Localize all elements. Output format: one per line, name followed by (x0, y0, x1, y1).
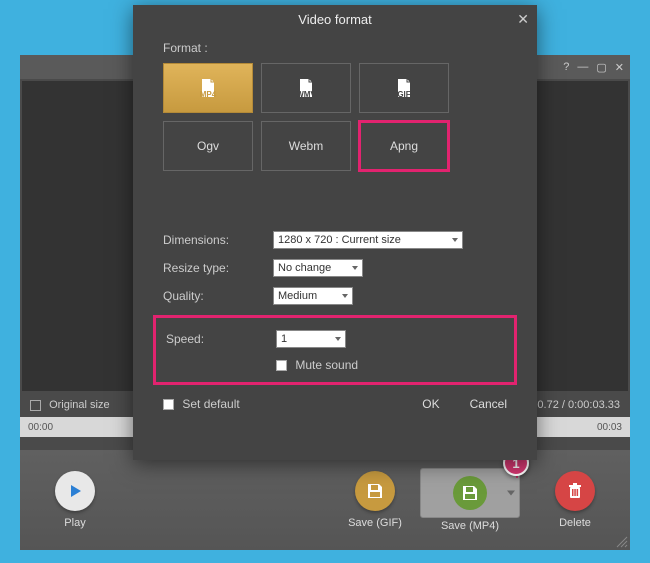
chevron-down-icon (452, 238, 458, 242)
maximize-button[interactable]: ▢ (596, 61, 606, 74)
mute-sound-label: Mute sound (295, 358, 358, 372)
set-default-checkbox[interactable]: Set default (163, 397, 240, 411)
dimensions-label: Dimensions: (163, 233, 273, 247)
format-option-apng[interactable]: Apng (359, 121, 449, 171)
format-option-webm[interactable]: Webm (261, 121, 351, 171)
mute-sound-checkbox[interactable]: Mute sound (276, 358, 358, 372)
format-label: Format : (163, 41, 507, 55)
format-option-mp4[interactable]: MP4 (163, 63, 253, 113)
ok-button[interactable]: OK (422, 397, 439, 411)
resize-type-select[interactable]: No change (273, 259, 363, 277)
set-default-label: Set default (182, 397, 239, 411)
format-option-gif[interactable]: GIF (359, 63, 449, 113)
quality-select[interactable]: Medium (273, 287, 353, 305)
checkbox-icon (30, 400, 41, 411)
play-button[interactable]: Play (40, 471, 110, 529)
dialog-titlebar: Video format ✕ (133, 5, 537, 33)
dimensions-value: 1280 x 720 : Current size (278, 234, 401, 246)
speed-highlight-box: Speed: 1 Mute sound (153, 315, 517, 385)
trash-icon (555, 471, 595, 511)
resize-type-value: No change (278, 262, 331, 274)
close-button[interactable]: ✕ (615, 61, 624, 74)
disk-icon (453, 476, 487, 510)
format-mp4-label: MP4 (200, 90, 216, 99)
checkbox-icon (163, 399, 174, 410)
timeline-end: 00:03 (597, 422, 622, 433)
play-icon (55, 471, 95, 511)
dialog-close-button[interactable]: ✕ (517, 11, 529, 28)
format-gif-label: GIF (397, 90, 410, 99)
chevron-down-icon (342, 294, 348, 298)
quality-label: Quality: (163, 289, 273, 303)
chevron-down-icon[interactable] (507, 491, 515, 496)
format-grid: MP4 WMV GIF Ogv Webm Apng (163, 63, 507, 171)
cancel-button[interactable]: Cancel (470, 397, 507, 411)
save-mp4-label: Save (MP4) (441, 520, 499, 532)
speed-label: Speed: (166, 332, 276, 346)
save-gif-button[interactable]: Save (GIF) (340, 471, 410, 529)
format-apng-label: Apng (390, 139, 418, 153)
original-size-checkbox[interactable]: Original size (30, 399, 110, 411)
minimize-button[interactable]: — (577, 61, 588, 73)
chevron-down-icon (335, 337, 341, 341)
format-ogv-label: Ogv (197, 139, 219, 153)
format-wmv-label: WMV (296, 90, 316, 99)
play-label: Play (64, 517, 85, 529)
chevron-down-icon (352, 266, 358, 270)
resize-grip-icon[interactable] (614, 534, 628, 548)
format-option-wmv[interactable]: WMV (261, 63, 351, 113)
video-format-dialog: Video format ✕ Format : MP4 WMV GIF Ogv … (133, 5, 537, 460)
resize-type-label: Resize type: (163, 261, 273, 275)
checkbox-icon (276, 360, 287, 371)
format-webm-label: Webm (289, 139, 323, 153)
help-button[interactable]: ? (563, 61, 569, 73)
timeline-start: 00:00 (28, 422, 53, 433)
quality-value: Medium (278, 290, 317, 302)
original-size-label: Original size (49, 399, 110, 411)
disk-icon (355, 471, 395, 511)
speed-value: 1 (281, 333, 287, 345)
dimensions-select[interactable]: 1280 x 720 : Current size (273, 231, 463, 249)
bottom-toolbar: Play Save (GIF) Save (MP4) Delete (20, 450, 630, 550)
save-gif-label: Save (GIF) (348, 517, 402, 529)
dialog-title: Video format (298, 12, 371, 27)
dialog-footer: Set default OK Cancel (133, 397, 537, 421)
speed-select[interactable]: 1 (276, 330, 346, 348)
save-mp4-button[interactable]: Save (MP4) (420, 468, 520, 532)
format-option-ogv[interactable]: Ogv (163, 121, 253, 171)
delete-button[interactable]: Delete (540, 471, 610, 529)
delete-label: Delete (559, 517, 591, 529)
